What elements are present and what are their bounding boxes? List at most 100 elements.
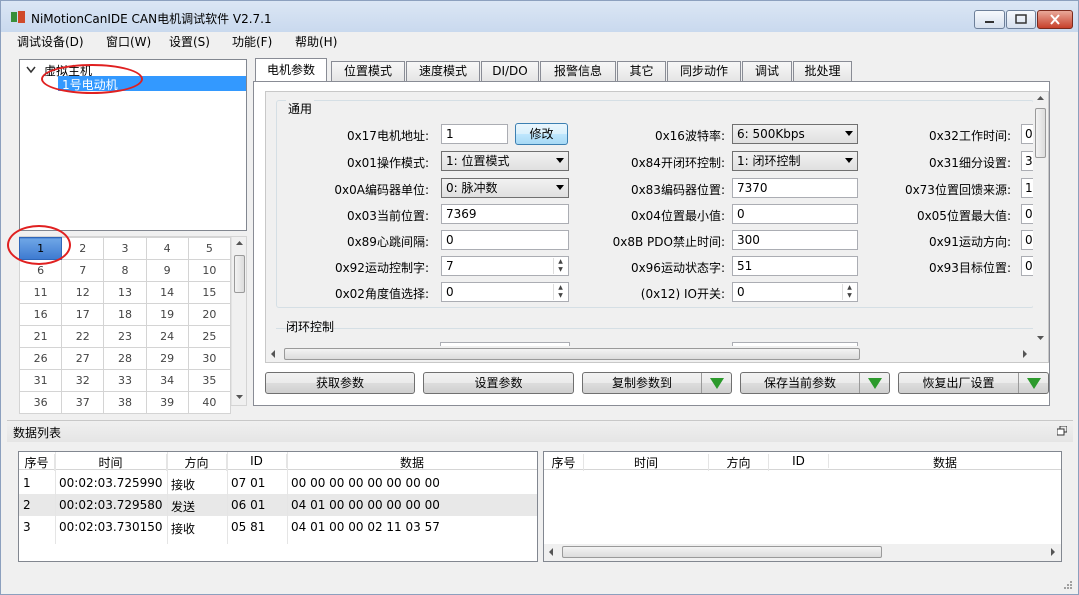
encunit-select[interactable]: 0: 脉冲数 bbox=[441, 178, 569, 198]
grid-cell[interactable]: 34 bbox=[145, 369, 189, 392]
grid-cell[interactable]: 14 bbox=[145, 281, 189, 304]
grid-cell[interactable]: 23 bbox=[103, 325, 147, 348]
grid-cell[interactable]: 26 bbox=[18, 347, 63, 370]
curpos-input[interactable]: 7369 bbox=[441, 204, 569, 224]
grid-cell[interactable]: 10 bbox=[187, 259, 232, 282]
menu-function[interactable]: 功能(F) bbox=[232, 33, 272, 50]
tab-debug[interactable]: 调试 bbox=[742, 61, 792, 81]
col-time[interactable]: 时间 bbox=[55, 454, 167, 471]
table-row[interactable]: 3 00:02:03.730150 接收 05 81 04 01 00 00 02 11… bbox=[19, 516, 537, 538]
spinner-icon[interactable]: ▲ ▼ bbox=[553, 258, 567, 274]
scroll-down-icon[interactable] bbox=[232, 391, 247, 403]
grid-cell[interactable]: 40 bbox=[187, 391, 232, 414]
modify-button[interactable]: 修改 bbox=[515, 123, 568, 145]
scroll-thumb[interactable] bbox=[562, 546, 882, 558]
grid-cell[interactable]: 37 bbox=[61, 391, 105, 414]
grid-cell[interactable]: 33 bbox=[103, 369, 147, 392]
loop-select[interactable]: 1: 闭环控制 bbox=[732, 151, 858, 171]
params-hscroll[interactable] bbox=[266, 346, 1033, 362]
col-id-2[interactable]: ID bbox=[769, 454, 829, 468]
table-row[interactable]: 1 00:02:03.725990 接收 07 01 00 00 00 00 00 00… bbox=[19, 472, 537, 494]
grid-cell[interactable]: 17 bbox=[61, 303, 105, 326]
copy-params-button[interactable]: 复制参数到 bbox=[582, 372, 732, 394]
maximize-button[interactable] bbox=[1006, 10, 1036, 29]
encpos-input[interactable]: 7370 bbox=[732, 178, 858, 198]
spinner-icon[interactable]: ▲ ▼ bbox=[842, 284, 856, 300]
tab-batch[interactable]: 批处理 bbox=[793, 61, 852, 81]
grid-cell[interactable]: 29 bbox=[145, 347, 189, 370]
scroll-thumb[interactable] bbox=[284, 348, 860, 360]
col-time-2[interactable]: 时间 bbox=[584, 454, 709, 471]
scroll-right-icon[interactable] bbox=[1046, 544, 1060, 560]
dropdown-arrow-icon[interactable] bbox=[701, 373, 731, 393]
minpos-input[interactable]: 0 bbox=[732, 204, 858, 224]
params-vscroll[interactable] bbox=[1033, 92, 1048, 346]
get-params-button[interactable]: 获取参数 bbox=[265, 372, 415, 394]
grid-cell[interactable]: 22 bbox=[61, 325, 105, 348]
resize-grip-icon[interactable] bbox=[1061, 578, 1073, 590]
menu-debug-device[interactable]: 调试设备(D) bbox=[17, 33, 84, 50]
scroll-right-icon[interactable] bbox=[1018, 346, 1032, 362]
grid-cell[interactable]: 25 bbox=[187, 325, 232, 348]
grid-cell[interactable]: 15 bbox=[187, 281, 232, 304]
tab-position-mode[interactable]: 位置模式 bbox=[331, 61, 405, 81]
scroll-up-icon[interactable] bbox=[1033, 92, 1048, 104]
grid-cell[interactable]: 21 bbox=[18, 325, 63, 348]
scroll-left-icon[interactable] bbox=[266, 346, 280, 362]
menu-settings[interactable]: 设置(S) bbox=[169, 33, 210, 50]
grid-cell[interactable]: 11 bbox=[18, 281, 63, 304]
grid-cell[interactable]: 18 bbox=[103, 303, 147, 326]
ctrlword-input[interactable]: 7 ▲ ▼ bbox=[441, 256, 569, 276]
grid-cell[interactable]: 16 bbox=[18, 303, 63, 326]
grid-cell[interactable]: 36 bbox=[18, 391, 63, 414]
tab-dido[interactable]: DI/DO bbox=[481, 61, 539, 81]
scroll-thumb[interactable] bbox=[1035, 108, 1046, 158]
io-input[interactable]: 0 ▲ ▼ bbox=[732, 282, 858, 302]
save-params-button[interactable]: 保存当前参数 bbox=[740, 372, 890, 394]
minimize-button[interactable] bbox=[974, 10, 1005, 29]
grid-cell[interactable]: 32 bbox=[61, 369, 105, 392]
table-row[interactable]: 2 00:02:03.729580 发送 06 01 04 01 00 00 00 00… bbox=[19, 494, 537, 516]
opmode-select[interactable]: 1: 位置模式 bbox=[441, 151, 569, 171]
dropdown-arrow-icon[interactable] bbox=[859, 373, 889, 393]
close-button[interactable] bbox=[1037, 10, 1073, 29]
menu-help[interactable]: 帮助(H) bbox=[295, 33, 337, 50]
menu-window[interactable]: 窗口(W) bbox=[106, 33, 151, 50]
dropdown-arrow-icon[interactable] bbox=[1018, 373, 1048, 393]
collapse-arrow-icon[interactable] bbox=[26, 66, 36, 74]
datalist2-hscroll[interactable] bbox=[544, 544, 1061, 561]
grid-cell[interactable]: 28 bbox=[103, 347, 147, 370]
scroll-left-icon[interactable] bbox=[544, 544, 558, 560]
tab-speed-mode[interactable]: 速度模式 bbox=[406, 61, 480, 81]
spinner-icon[interactable]: ▲ ▼ bbox=[553, 284, 567, 300]
col-data[interactable]: 数据 bbox=[287, 454, 537, 471]
grid-cell[interactable]: 30 bbox=[187, 347, 232, 370]
col-id[interactable]: ID bbox=[227, 454, 287, 468]
grid-cell[interactable]: 7 bbox=[61, 259, 105, 282]
grid-cell[interactable]: 24 bbox=[145, 325, 189, 348]
grid-cell[interactable]: 3 bbox=[103, 237, 147, 260]
grid-cell[interactable]: 27 bbox=[61, 347, 105, 370]
tab-other[interactable]: 其它 bbox=[617, 61, 666, 81]
grid-cell[interactable]: 38 bbox=[103, 391, 147, 414]
grid-cell[interactable]: 39 bbox=[145, 391, 189, 414]
scroll-up-icon[interactable] bbox=[232, 237, 247, 249]
grid-cell[interactable]: 13 bbox=[103, 281, 147, 304]
col-seq-2[interactable]: 序号 bbox=[544, 454, 584, 471]
pdo-input[interactable]: 300 bbox=[732, 230, 858, 250]
scroll-down-icon[interactable] bbox=[1033, 332, 1048, 344]
addr-input[interactable]: 1 bbox=[441, 124, 508, 144]
grid-cell[interactable]: 5 bbox=[187, 237, 232, 260]
grid-cell[interactable]: 9 bbox=[145, 259, 189, 282]
col-dir[interactable]: 方向 bbox=[167, 454, 227, 471]
statusword-input[interactable]: 51 bbox=[732, 256, 858, 276]
tab-motor-params[interactable]: 电机参数 bbox=[255, 58, 327, 82]
restore-pane-icon[interactable] bbox=[1057, 426, 1067, 436]
grid-cell[interactable]: 8 bbox=[103, 259, 147, 282]
grid-cell[interactable]: 20 bbox=[187, 303, 232, 326]
scroll-thumb[interactable] bbox=[234, 255, 245, 293]
col-data-2[interactable]: 数据 bbox=[829, 454, 1061, 471]
tab-sync[interactable]: 同步动作 bbox=[667, 61, 741, 81]
baud-select[interactable]: 6: 500Kbps bbox=[732, 124, 858, 144]
grid-cell[interactable]: 35 bbox=[187, 369, 232, 392]
